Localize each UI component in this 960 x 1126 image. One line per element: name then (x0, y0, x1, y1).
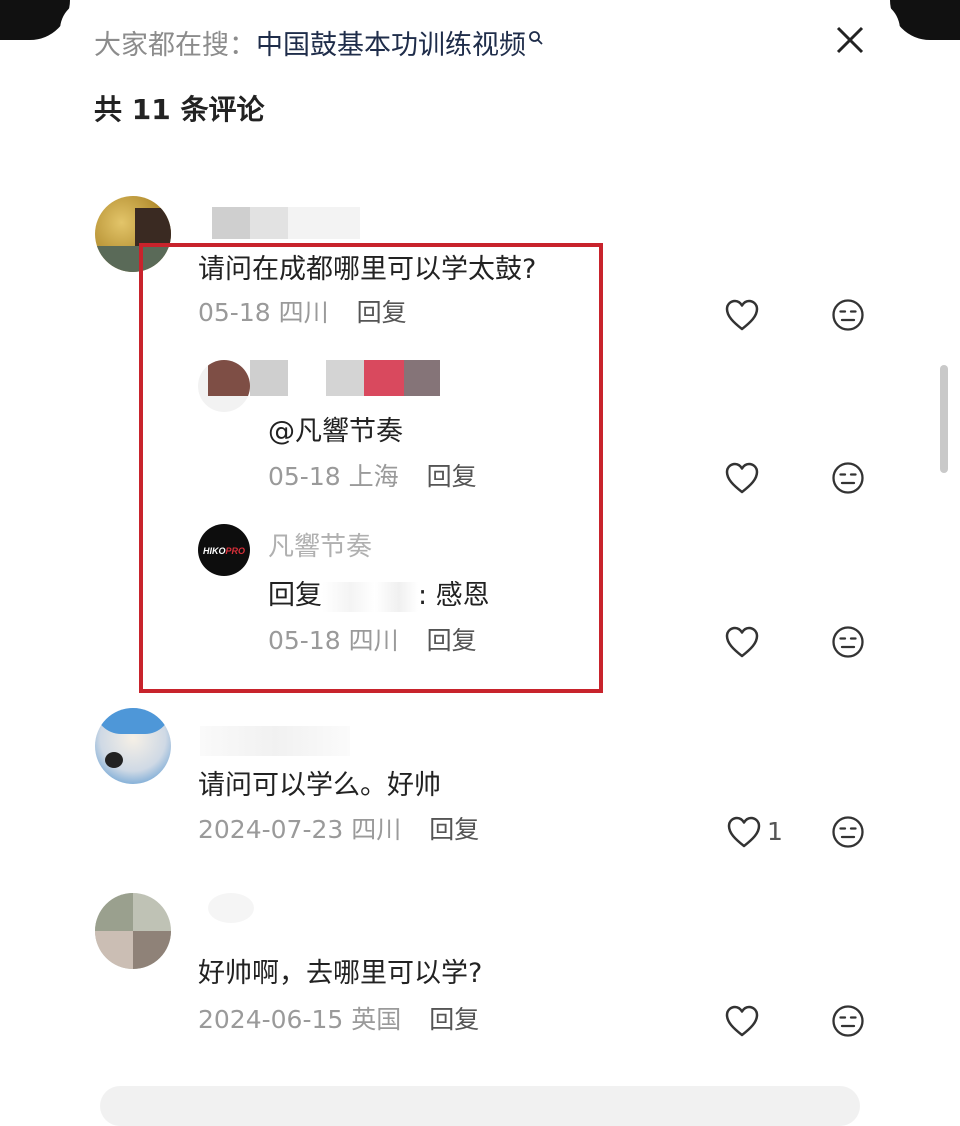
comment-text: 请问可以学么。好帅 (198, 770, 441, 801)
dislike-icon[interactable] (831, 815, 865, 849)
comment-meta: 2024-07-23 四川 回复 (198, 813, 479, 847)
username-redacted (250, 207, 288, 239)
comment-location: 四川 (351, 815, 402, 844)
close-icon[interactable] (830, 20, 870, 60)
like-count: 1 (767, 817, 783, 846)
dislike-icon[interactable] (831, 461, 865, 495)
dislike-icon[interactable] (831, 298, 865, 332)
scrollbar[interactable] (940, 365, 948, 473)
like-icon[interactable] (724, 298, 760, 332)
username-redacted (212, 207, 250, 239)
like-icon[interactable] (726, 815, 762, 849)
dislike-icon[interactable] (831, 625, 865, 659)
like-icon[interactable] (724, 1004, 760, 1038)
avatar[interactable] (95, 708, 171, 784)
comment-location: 英国 (351, 1005, 402, 1034)
comment-date: 2024-06-15 (198, 1005, 344, 1034)
like-icon[interactable] (724, 461, 760, 495)
username-redacted (200, 726, 350, 756)
username-redacted (288, 207, 360, 239)
username-redacted (208, 893, 254, 923)
comment-count: 共 11 条评论 (94, 93, 265, 126)
like-icon[interactable] (724, 625, 760, 659)
highlight-annotation (139, 243, 603, 693)
reply-button[interactable]: 回复 (429, 815, 479, 844)
search-suggestion[interactable]: 大家都在搜：中国鼓基本功训练视频 (94, 28, 544, 64)
avatar[interactable] (95, 893, 171, 969)
comment-meta: 2024-06-15 英国 回复 (198, 1003, 479, 1037)
comment-date: 2024-07-23 (198, 815, 344, 844)
comment-text: 好帅啊，去哪里可以学? (198, 958, 483, 989)
search-suggestion-keyword[interactable]: 中国鼓基本功训练视频 (256, 30, 526, 61)
search-icon (529, 31, 543, 45)
reply-button[interactable]: 回复 (429, 1005, 479, 1034)
comment-input[interactable] (100, 1086, 860, 1126)
search-suggestion-prefix: 大家都在搜： (94, 30, 256, 61)
dislike-icon[interactable] (831, 1004, 865, 1038)
sheet-corner-right (890, 0, 960, 40)
